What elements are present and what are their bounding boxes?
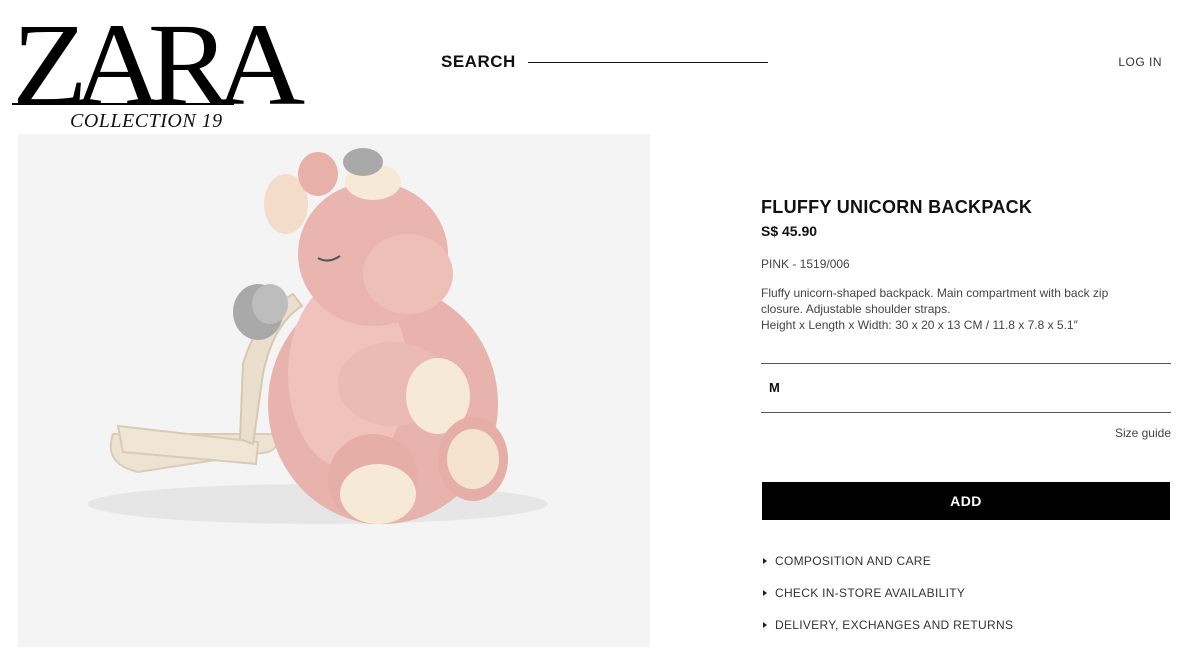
- size-guide-link[interactable]: Size guide: [1115, 426, 1171, 440]
- product-info: FLUFFY UNICORN BACKPACK S$ 45.90 PINK - …: [761, 197, 1171, 632]
- accordion-label: CHECK IN-STORE AVAILABILITY: [775, 586, 966, 600]
- caret-right-icon: [763, 590, 767, 596]
- accordion-label: COMPOSITION AND CARE: [775, 554, 932, 568]
- size-selector[interactable]: M: [761, 363, 1171, 413]
- brand-wordmark: ZARA: [12, 0, 305, 130]
- login-link[interactable]: LOG IN: [1118, 55, 1162, 69]
- selected-size[interactable]: M: [769, 380, 780, 395]
- caret-right-icon: [763, 558, 767, 564]
- product-color-ref: PINK - 1519/006: [761, 257, 850, 271]
- accordion-delivery[interactable]: DELIVERY, EXCHANGES AND RETURNS: [761, 618, 1013, 632]
- search-bar[interactable]: SEARCH: [441, 52, 768, 72]
- product-price: S$ 45.90: [761, 223, 818, 239]
- zara-logo[interactable]: ZARA COLLECTION 19: [12, 6, 305, 132]
- product-title: FLUFFY UNICORN BACKPACK: [761, 197, 1033, 217]
- accordion-label: DELIVERY, EXCHANGES AND RETURNS: [775, 618, 1014, 632]
- product-description: Fluffy unicorn-shaped backpack. Main com…: [761, 285, 1136, 333]
- product-image[interactable]: [18, 134, 650, 647]
- accordion-composition[interactable]: COMPOSITION AND CARE: [761, 554, 931, 568]
- accordion-availability[interactable]: CHECK IN-STORE AVAILABILITY: [761, 586, 965, 600]
- collection-label: COLLECTION 19: [70, 110, 223, 132]
- logo-rule: [12, 103, 234, 105]
- search-input-line[interactable]: [527, 61, 768, 63]
- caret-right-icon: [763, 622, 767, 628]
- unicorn-backpack-illustration: [18, 134, 650, 647]
- add-to-cart-button[interactable]: ADD: [762, 482, 1170, 520]
- description-line: Fluffy unicorn-shaped backpack. Main com…: [761, 286, 1109, 316]
- search-label[interactable]: SEARCH: [441, 52, 516, 72]
- description-dimensions: Height x Length x Width: 30 x 20 x 13 CM…: [761, 318, 1078, 332]
